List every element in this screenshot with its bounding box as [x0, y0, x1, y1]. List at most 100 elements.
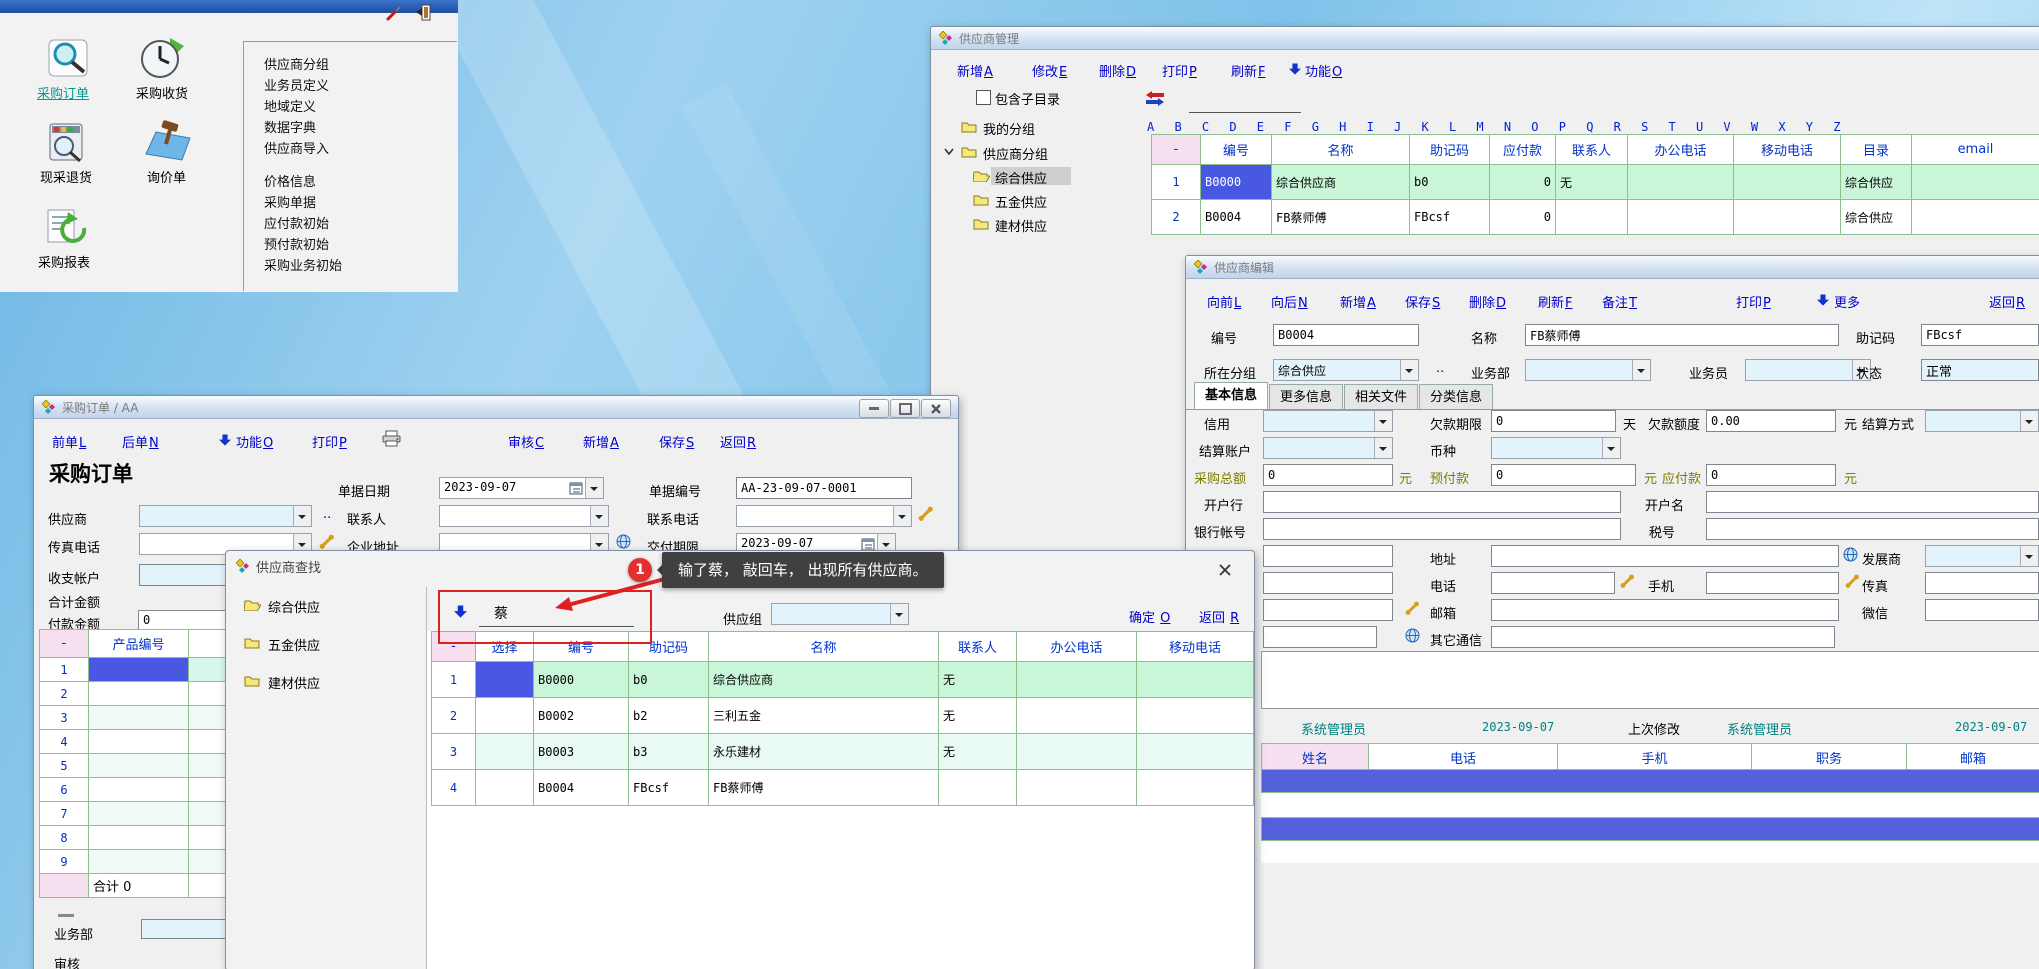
bank-name-input[interactable]	[1706, 491, 2039, 513]
zip-input[interactable]	[1263, 545, 1393, 567]
table-cell[interactable]	[476, 662, 534, 698]
add-button[interactable]: 新增A	[583, 432, 619, 451]
delete-button[interactable]: 删除D	[1469, 292, 1506, 311]
menu-item-purchase-biz-init[interactable]: 采购业务初始	[264, 255, 457, 276]
table-cell[interactable]: b3	[629, 734, 709, 770]
dropdown-button[interactable]	[1374, 438, 1392, 458]
print-button[interactable]: 打印P	[1736, 292, 1771, 311]
table-cell[interactable]: 无	[1556, 165, 1628, 200]
table-cell[interactable]	[89, 754, 189, 778]
extra-input[interactable]	[1263, 572, 1393, 594]
save-button[interactable]: 保存S	[659, 432, 694, 451]
settle-method-select[interactable]	[1925, 410, 2039, 432]
table-cell[interactable]: B0004	[534, 770, 629, 806]
shortcut-purchase-return-label[interactable]: 现采退货	[40, 167, 92, 186]
table-row[interactable]: 9	[40, 850, 234, 874]
settle-account-select[interactable]	[1263, 437, 1393, 459]
table-cell[interactable]: 永乐建材	[709, 734, 939, 770]
table-cell[interactable]	[89, 706, 189, 730]
table-cell[interactable]: 2	[432, 698, 476, 734]
finder-tree-hardware-supply[interactable]: 五金供应	[268, 635, 320, 654]
table-cell[interactable]: 2	[1152, 200, 1201, 235]
table-cell[interactable]: 6	[40, 778, 89, 802]
dropdown-button[interactable]	[893, 506, 911, 526]
maximize-button[interactable]	[890, 399, 920, 418]
table-cell[interactable]	[476, 698, 534, 734]
table-cell[interactable]	[1137, 770, 1254, 806]
contacts-selected-row[interactable]	[1261, 769, 2039, 793]
extra-input[interactable]	[1263, 599, 1393, 621]
table-row[interactable]: 1B0000综合供应商b00无综合供应	[1152, 165, 2039, 200]
shortcut-purchase-order-label[interactable]: 采购订单	[37, 83, 89, 102]
table-row[interactable]: 1B0000b0综合供应商无	[432, 662, 1254, 698]
wechat-input[interactable]	[1925, 599, 2039, 621]
function-menu-button[interactable]: 功能O	[236, 432, 273, 451]
table-row[interactable]: 2	[40, 682, 234, 706]
table-cell[interactable]: B0004	[1201, 200, 1272, 235]
shortcut-purchase-report-label[interactable]: 采购报表	[38, 252, 90, 271]
table-cell[interactable]: 无	[939, 734, 1017, 770]
shortcut-purchase-receipt-label[interactable]: 采购收货	[136, 83, 188, 102]
back-button[interactable]: 返回R	[720, 432, 756, 451]
table-cell[interactable]: B0003	[534, 734, 629, 770]
salesman-select[interactable]	[1745, 359, 1871, 381]
table-cell[interactable]: 1	[1152, 165, 1201, 200]
table-cell[interactable]	[939, 770, 1017, 806]
table-cell[interactable]	[1137, 662, 1254, 698]
dropdown-button[interactable]	[2020, 411, 2038, 431]
finder-tree-building-supply[interactable]: 建材供应	[268, 673, 320, 692]
table-cell[interactable]: B0000	[1201, 165, 1272, 200]
edit-button[interactable]: 修改E	[1032, 61, 1067, 80]
table-row[interactable]: 4B0004FBcsfFB蔡师傅	[432, 770, 1254, 806]
table-cell[interactable]: B0002	[534, 698, 629, 734]
contact-select[interactable]	[439, 505, 609, 527]
tree-item-general-supply[interactable]: 综合供应	[995, 168, 1047, 187]
table-cell[interactable]: 2	[40, 682, 89, 706]
table-cell[interactable]	[476, 770, 534, 806]
dropdown-button[interactable]	[590, 506, 608, 526]
table-cell[interactable]	[1912, 200, 2039, 235]
table-cell[interactable]	[89, 802, 189, 826]
table-cell[interactable]	[1017, 662, 1137, 698]
dropdown-button[interactable]	[1400, 360, 1418, 380]
table-cell[interactable]	[89, 682, 189, 706]
shortcut-inquiry-label[interactable]: 询价单	[147, 167, 186, 186]
dropdown-button[interactable]	[293, 506, 311, 526]
table-row[interactable]: 4	[40, 730, 234, 754]
table-cell[interactable]: b0	[629, 662, 709, 698]
bank-account-input[interactable]	[1263, 518, 1621, 540]
debt-limit-input[interactable]	[1706, 410, 1836, 432]
status-input[interactable]	[1921, 359, 2039, 381]
table-row[interactable]: 1	[40, 658, 234, 682]
table-cell[interactable]: 0	[1490, 165, 1556, 200]
table-cell[interactable]: 4	[432, 770, 476, 806]
debt-days-input[interactable]	[1491, 410, 1616, 432]
table-cell[interactable]: 1	[40, 658, 89, 682]
table-cell[interactable]: 无	[939, 698, 1017, 734]
dropdown-button[interactable]	[585, 478, 603, 498]
table-cell[interactable]: 8	[40, 826, 89, 850]
menu-item-data-dictionary[interactable]: 数据字典	[264, 117, 457, 138]
supplier-group-select[interactable]	[771, 603, 909, 625]
table-cell[interactable]	[89, 778, 189, 802]
table-row[interactable]: 5	[40, 754, 234, 778]
prev-button[interactable]: 向前L	[1207, 292, 1241, 311]
table-cell[interactable]: 3	[432, 734, 476, 770]
table-row[interactable]: 3 B0003b3永乐建材无	[432, 734, 1254, 770]
table-cell[interactable]	[1734, 165, 1841, 200]
printer-icon[interactable]	[382, 430, 401, 447]
tree-item-supplier-groups[interactable]: 供应商分组	[983, 144, 1048, 163]
table-cell[interactable]: 9	[40, 850, 89, 874]
table-row[interactable]: 2B0002b2三利五金无	[432, 698, 1254, 734]
table-cell[interactable]	[1017, 734, 1137, 770]
table-row[interactable]: 6	[40, 778, 234, 802]
remark-button[interactable]: 备注T	[1602, 292, 1637, 311]
table-cell[interactable]	[89, 826, 189, 850]
table-cell[interactable]	[89, 658, 189, 682]
function-menu-button[interactable]: 功能O	[1305, 61, 1342, 80]
credit-select[interactable]	[1263, 410, 1393, 432]
tab-related-files[interactable]: 相关文件	[1344, 384, 1418, 410]
table-row[interactable]: 8	[40, 826, 234, 850]
contacts-selected-row[interactable]	[1261, 817, 2039, 841]
dropdown-button[interactable]	[1632, 360, 1650, 380]
